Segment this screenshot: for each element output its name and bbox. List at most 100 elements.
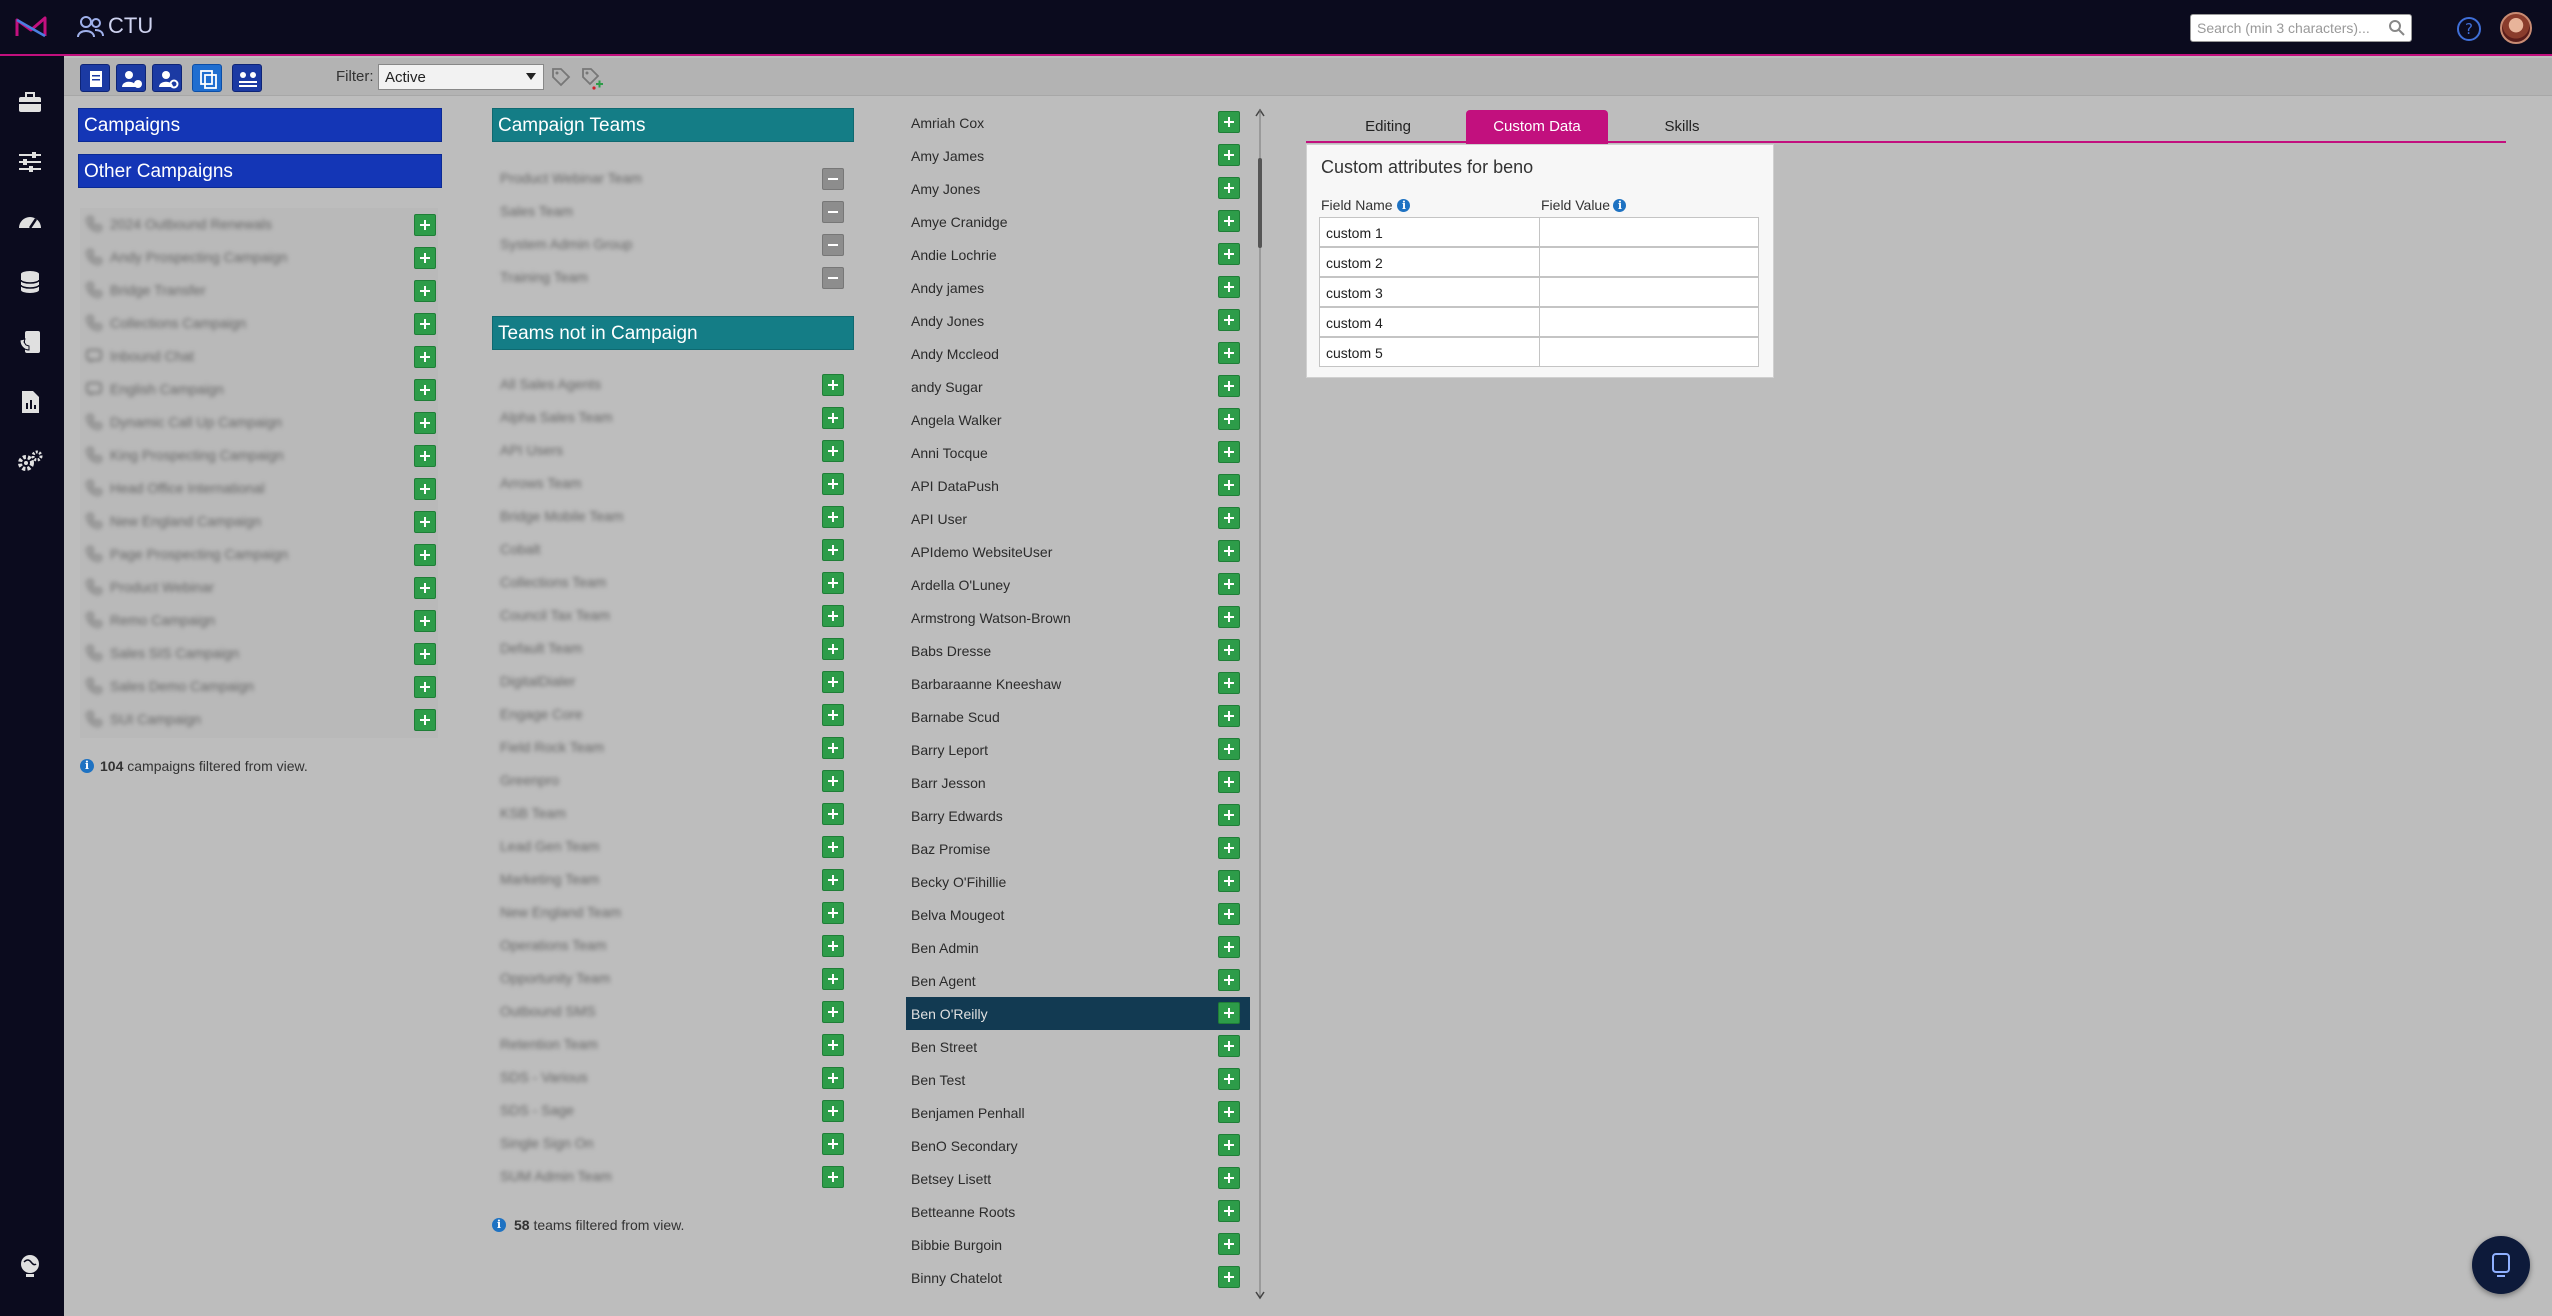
campaign-row[interactable]: Product Webinar xyxy=(80,571,438,604)
add-user-button[interactable] xyxy=(1218,144,1240,166)
available-team-row[interactable]: Default Team xyxy=(492,632,854,665)
add-user-button[interactable] xyxy=(1218,441,1240,463)
add-user-button[interactable] xyxy=(1218,1101,1240,1123)
user-row[interactable]: Barbaraanne Kneeshaw xyxy=(906,667,1250,700)
add-team-button[interactable] xyxy=(822,440,844,462)
user-row[interactable]: Benjamen Penhall xyxy=(906,1096,1250,1129)
add-team-button[interactable] xyxy=(822,374,844,396)
user-row[interactable]: Andy Jones xyxy=(906,304,1250,337)
add-user-button[interactable] xyxy=(1218,771,1240,793)
user-row[interactable]: Ben Street xyxy=(906,1030,1250,1063)
add-user-button[interactable] xyxy=(1218,1233,1240,1255)
remove-team-button[interactable] xyxy=(822,267,844,289)
remove-team-button[interactable] xyxy=(822,201,844,223)
add-team-button[interactable] xyxy=(822,1100,844,1122)
add-user-button[interactable] xyxy=(1218,870,1240,892)
campaign-row[interactable]: Remo Campaign xyxy=(80,604,438,637)
user-row[interactable]: Binny Chatelot xyxy=(906,1261,1250,1294)
add-team-button[interactable] xyxy=(822,1001,844,1023)
add-user-button[interactable] xyxy=(1218,276,1240,298)
info-icon[interactable] xyxy=(1613,199,1627,213)
add-user-button[interactable] xyxy=(1218,1035,1240,1057)
add-team-button[interactable] xyxy=(822,968,844,990)
custom-field-value-input[interactable] xyxy=(1540,218,1758,246)
tag-icon[interactable] xyxy=(550,66,572,88)
user-row[interactable]: Amy Jones xyxy=(906,172,1250,205)
add-user-button[interactable] xyxy=(1218,1134,1240,1156)
add-user-button[interactable] xyxy=(1218,705,1240,727)
database-icon[interactable] xyxy=(16,268,44,296)
add-team-button[interactable] xyxy=(822,638,844,660)
add-team-button[interactable] xyxy=(822,737,844,759)
user-row[interactable]: Angela Walker xyxy=(906,403,1250,436)
available-team-row[interactable]: Alpha Sales Team xyxy=(492,401,854,434)
add-campaign-button[interactable] xyxy=(414,313,436,335)
add-user-button[interactable] xyxy=(1218,804,1240,826)
add-user-button[interactable] xyxy=(1218,342,1240,364)
users-list[interactable]: Amriah Cox Amy James Amy Jones Amye Cranidg… xyxy=(906,106,1252,1302)
add-user-button[interactable] xyxy=(1218,243,1240,265)
copy-user-button[interactable] xyxy=(192,64,222,92)
available-team-row[interactable]: Single Sign On xyxy=(492,1127,854,1160)
filter-select[interactable]: Active xyxy=(378,64,544,90)
add-team-button[interactable] xyxy=(822,473,844,495)
add-campaign-button[interactable] xyxy=(414,412,436,434)
add-campaign-button[interactable] xyxy=(414,643,436,665)
user-row[interactable]: Andy Mccleod xyxy=(906,337,1250,370)
add-campaign-button[interactable] xyxy=(414,511,436,533)
add-team-button[interactable] xyxy=(822,902,844,924)
campaign-row[interactable]: Andy Prospecting Campaign xyxy=(80,241,438,274)
available-team-row[interactable]: Arrows Team xyxy=(492,467,854,500)
add-user-button[interactable] xyxy=(1218,1266,1240,1288)
user-row[interactable]: Andie Lochrie xyxy=(906,238,1250,271)
add-team-button[interactable] xyxy=(822,935,844,957)
dashboard-gauge-icon[interactable] xyxy=(16,208,44,236)
add-user-button[interactable] xyxy=(1218,639,1240,661)
campaign-row[interactable]: Collections Campaign xyxy=(80,307,438,340)
available-team-row[interactable]: API Users xyxy=(492,434,854,467)
add-team-button[interactable] xyxy=(822,869,844,891)
user-row-selected[interactable]: Ben O'Reilly xyxy=(906,997,1250,1030)
available-team-row[interactable]: Marketing Team xyxy=(492,863,854,896)
campaign-row[interactable]: English Campaign xyxy=(80,373,438,406)
user-row[interactable]: Barnabe Scud xyxy=(906,700,1250,733)
campaign-team-row[interactable]: Product Webinar Team xyxy=(492,162,854,195)
campaign-teams-header[interactable]: Campaign Teams xyxy=(492,108,854,142)
custom-field-value-input[interactable] xyxy=(1540,278,1758,306)
campaign-row[interactable]: Sales SIS Campaign xyxy=(80,637,438,670)
add-user-button[interactable] xyxy=(1218,507,1240,529)
user-row[interactable]: Ben Agent xyxy=(906,964,1250,997)
add-team-button[interactable] xyxy=(822,1166,844,1188)
add-campaign-button[interactable] xyxy=(414,445,436,467)
add-user-button[interactable] xyxy=(1218,210,1240,232)
add-user-button[interactable] xyxy=(1218,738,1240,760)
add-user-button[interactable] xyxy=(1218,111,1240,133)
add-campaign-button[interactable] xyxy=(414,214,436,236)
add-users-button[interactable] xyxy=(116,64,146,92)
add-campaign-button[interactable] xyxy=(414,346,436,368)
available-team-row[interactable]: Retention Team xyxy=(492,1028,854,1061)
user-row[interactable]: API DataPush xyxy=(906,469,1250,502)
add-team-button[interactable] xyxy=(822,1034,844,1056)
campaign-row[interactable]: Bridge Transfer xyxy=(80,274,438,307)
campaign-row[interactable]: Inbound Chat xyxy=(80,340,438,373)
chat-support-button[interactable] xyxy=(2472,1236,2530,1294)
custom-field-value-input[interactable] xyxy=(1540,308,1758,336)
available-team-row[interactable]: All Sales Agents xyxy=(492,368,854,401)
user-settings-button[interactable] xyxy=(152,64,182,92)
add-user-button[interactable] xyxy=(1218,606,1240,628)
available-team-row[interactable]: KSB Team xyxy=(492,797,854,830)
phone-book-icon[interactable] xyxy=(16,328,44,356)
add-user-button[interactable] xyxy=(1218,408,1240,430)
add-team-button[interactable] xyxy=(822,770,844,792)
user-row[interactable]: Belva Mougeot xyxy=(906,898,1250,931)
add-team-button[interactable] xyxy=(822,1133,844,1155)
scrollbar-thumb[interactable] xyxy=(1258,158,1262,248)
user-row[interactable]: Amy James xyxy=(906,139,1250,172)
user-row[interactable]: Barr Jesson xyxy=(906,766,1250,799)
campaign-row[interactable]: New England Campaign xyxy=(80,505,438,538)
user-row[interactable]: andy Sugar xyxy=(906,370,1250,403)
remove-team-button[interactable] xyxy=(822,168,844,190)
info-icon[interactable] xyxy=(1397,199,1411,213)
add-user-button[interactable] xyxy=(1218,672,1240,694)
